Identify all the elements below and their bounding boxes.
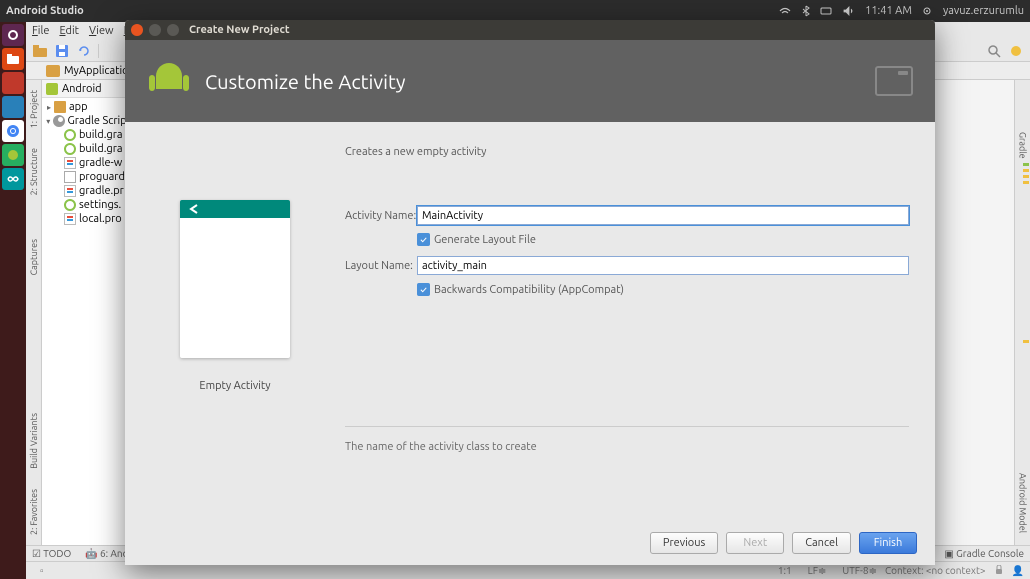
menu-edit[interactable]: Edit <box>59 25 79 37</box>
wifi-icon[interactable] <box>779 5 791 17</box>
tree-item[interactable]: proguard <box>42 170 131 184</box>
android-head-icon <box>147 59 191 103</box>
status-bar-toggle-icon[interactable]: ▫ <box>40 565 44 577</box>
left-tool-gutter: 1: Project 2: Structure Captures Build V… <box>26 80 42 545</box>
save-icon[interactable] <box>54 43 70 59</box>
previous-button[interactable]: Previous <box>650 532 718 554</box>
android-icon <box>46 83 58 95</box>
activity-name-label: Activity Name: <box>345 210 417 222</box>
app-title: Android Studio <box>6 5 84 17</box>
lock-icon[interactable] <box>994 565 1004 577</box>
keyboard-icon[interactable] <box>820 5 832 17</box>
help-text: The name of the activity class to create <box>345 426 909 453</box>
project-pane: Android ▸app ▾Gradle Script build.gra bu… <box>42 80 132 545</box>
tree-item[interactable]: local.pro <box>42 212 131 226</box>
create-project-dialog: Create New Project Customize the Activit… <box>125 20 935 565</box>
status-encoding[interactable]: UTF-8≑ <box>834 565 877 577</box>
next-button: Next <box>726 532 784 554</box>
form-description: Creates a new empty activity <box>345 146 909 158</box>
menu-view[interactable]: View <box>89 25 114 37</box>
search-icon[interactable] <box>986 43 1002 59</box>
tool-structure[interactable]: 2: Structure <box>29 142 39 201</box>
tool-todo[interactable]: ☑ TODO <box>32 548 71 560</box>
layout-name-label: Layout Name: <box>345 260 417 272</box>
tree-gradle-scripts[interactable]: ▾Gradle Script <box>42 114 131 128</box>
tool-captures[interactable]: Captures <box>29 233 39 281</box>
tool-gradle-console[interactable]: ▣ Gradle Console <box>944 548 1024 560</box>
folder-icon <box>46 65 60 77</box>
tree-item[interactable]: gradle.pr <box>42 184 131 198</box>
clock[interactable]: 11:41 AM <box>865 5 912 17</box>
generate-layout-checkbox[interactable]: ✓ <box>417 233 430 246</box>
launcher-app-icon[interactable] <box>2 72 24 94</box>
back-arrow-icon <box>188 203 202 215</box>
unity-launcher <box>0 22 26 579</box>
tree-item[interactable]: build.gra <box>42 142 131 156</box>
status-context[interactable]: Context: <no context> <box>885 565 986 576</box>
volume-icon[interactable] <box>843 5 855 17</box>
window-minimize-icon[interactable] <box>149 24 161 36</box>
user-name[interactable]: yavuz.erzurumlu <box>943 5 1024 17</box>
tree-app[interactable]: ▸app <box>42 100 131 114</box>
bluetooth-icon[interactable] <box>802 5 810 17</box>
backwards-compat-checkbox[interactable]: ✓ <box>417 283 430 296</box>
launcher-chrome-icon[interactable] <box>2 120 24 142</box>
dialog-form: Creates a new empty activity Activity Na… <box>345 146 909 511</box>
phone-mockup <box>180 200 290 358</box>
finish-button[interactable]: Finish <box>859 532 917 554</box>
project-scope-dropdown[interactable]: Android <box>42 80 131 98</box>
menu-file[interactable]: File <box>32 25 49 37</box>
hector-icon[interactable]: 👤 <box>1012 565 1024 577</box>
sync-icon[interactable] <box>76 43 92 59</box>
launcher-app-icon[interactable] <box>2 96 24 118</box>
backwards-compat-label: Backwards Compatibility (AppCompat) <box>434 284 624 296</box>
preview-caption: Empty Activity <box>199 380 270 392</box>
scrollbar-markers <box>1022 160 1030 515</box>
layout-name-input[interactable] <box>417 256 909 275</box>
launcher-dash-icon[interactable] <box>2 24 24 46</box>
tool-gradle[interactable]: Gradle <box>1018 126 1028 165</box>
window-maximize-icon[interactable] <box>167 24 179 36</box>
project-tree[interactable]: ▸app ▾Gradle Script build.gra build.gra … <box>42 98 131 228</box>
system-tray[interactable]: 11:41 AM yavuz.erzurumlu <box>771 5 1024 17</box>
gear-icon[interactable] <box>922 5 932 17</box>
open-icon[interactable] <box>32 43 48 59</box>
launcher-android-studio-icon[interactable] <box>2 144 24 166</box>
ubuntu-top-panel: Android Studio 11:41 AM yavuz.erzurumlu <box>0 0 1030 22</box>
status-caret-pos: 1:1 <box>778 565 792 576</box>
tree-item[interactable]: build.gra <box>42 128 131 142</box>
launcher-arduino-icon[interactable] <box>2 168 24 190</box>
activity-name-input[interactable] <box>417 206 909 225</box>
tool-build-variants[interactable]: Build Variants <box>29 407 39 475</box>
help-icon[interactable] <box>1008 43 1024 59</box>
window-close-icon[interactable] <box>131 24 143 36</box>
dialog-window-title: Create New Project <box>189 24 290 36</box>
status-line-ending[interactable]: LF≑ <box>800 565 827 577</box>
tool-project[interactable]: 1: Project <box>29 84 39 134</box>
dialog-header: Customize the Activity <box>125 40 935 122</box>
tool-favorites[interactable]: 2: Favorites <box>29 483 39 541</box>
tree-item[interactable]: settings. <box>42 198 131 212</box>
device-icon <box>875 66 913 96</box>
launcher-files-icon[interactable] <box>2 48 24 70</box>
tree-item[interactable]: gradle-w <box>42 156 131 170</box>
generate-layout-label: Generate Layout File <box>434 234 536 246</box>
cancel-button[interactable]: Cancel <box>792 532 851 554</box>
dialog-footer: Previous Next Cancel Finish <box>125 521 935 565</box>
activity-preview: Empty Activity <box>165 146 305 511</box>
dialog-heading: Customize the Activity <box>205 70 405 93</box>
dialog-titlebar[interactable]: Create New Project <box>125 20 935 40</box>
